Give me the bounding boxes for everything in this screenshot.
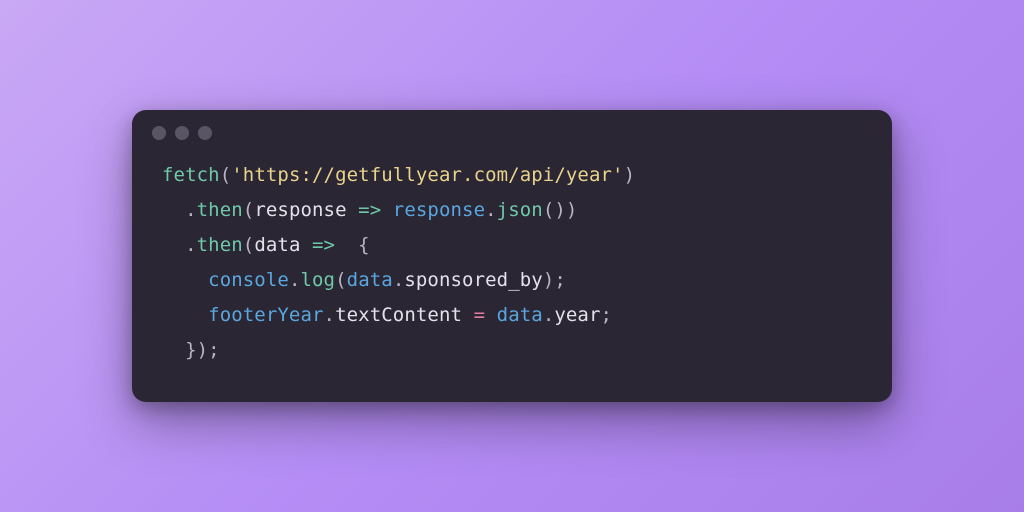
token-dot: . <box>289 269 301 291</box>
window-titlebar <box>132 110 892 150</box>
token-object-footeryear: footerYear <box>208 304 323 326</box>
token-dot: . <box>543 304 555 326</box>
token-function-then: then <box>197 234 243 256</box>
token-dot: . <box>185 199 197 221</box>
token-brace-close: } <box>185 339 197 361</box>
indent <box>162 269 208 291</box>
token-prop-year: year <box>554 304 600 326</box>
traffic-light-zoom-icon[interactable] <box>198 126 212 140</box>
token-close-paren: ) <box>543 269 555 291</box>
token-dot: . <box>185 234 197 256</box>
token-param-response: response <box>254 199 346 221</box>
code-line-2: .then(response => response.json()) <box>162 199 577 221</box>
token-function-log: log <box>300 269 335 291</box>
token-close-paren: ) <box>566 199 578 221</box>
token-object-console: console <box>208 269 289 291</box>
token-string-url: 'https://getfullyear.com/api/year' <box>231 164 623 186</box>
code-editor-window: fetch('https://getfullyear.com/api/year'… <box>132 110 892 403</box>
token-function-json: json <box>497 199 543 221</box>
code-line-6: }); <box>162 339 220 361</box>
token-open-paren: ( <box>243 199 255 221</box>
indent <box>162 199 185 221</box>
token-equals: = <box>462 304 497 326</box>
token-open-paren: ( <box>220 164 232 186</box>
token-open-paren: ( <box>243 234 255 256</box>
token-object-response: response <box>393 199 485 221</box>
token-param-data: data <box>254 234 300 256</box>
token-prop-sponsored-by: sponsored_by <box>404 269 542 291</box>
code-line-4: console.log(data.sponsored_by); <box>162 269 566 291</box>
traffic-light-minimize-icon[interactable] <box>175 126 189 140</box>
token-open-paren: ( <box>335 269 347 291</box>
token-brace-open: { <box>347 234 370 256</box>
token-function-fetch: fetch <box>162 164 220 186</box>
code-line-3: .then(data => { <box>162 234 370 256</box>
token-prop-textcontent: textContent <box>335 304 462 326</box>
token-semicolon: ; <box>601 304 613 326</box>
token-object-data: data <box>347 269 393 291</box>
code-block[interactable]: fetch('https://getfullyear.com/api/year'… <box>132 150 892 403</box>
token-semicolon: ; <box>554 269 566 291</box>
token-object-data: data <box>497 304 543 326</box>
indent <box>162 304 208 326</box>
code-line-1: fetch('https://getfullyear.com/api/year'… <box>162 164 635 186</box>
token-close-paren-semi: ); <box>197 339 220 361</box>
token-dot: . <box>324 304 336 326</box>
token-dot: . <box>485 199 497 221</box>
token-arrow: => <box>300 234 346 256</box>
indent <box>162 339 185 361</box>
token-function-then: then <box>197 199 243 221</box>
token-arrow: => <box>347 199 393 221</box>
token-dot: . <box>393 269 405 291</box>
code-line-5: footerYear.textContent = data.year; <box>162 304 612 326</box>
traffic-light-close-icon[interactable] <box>152 126 166 140</box>
token-empty-parens: () <box>543 199 566 221</box>
indent <box>162 234 185 256</box>
token-close-paren: ) <box>624 164 636 186</box>
